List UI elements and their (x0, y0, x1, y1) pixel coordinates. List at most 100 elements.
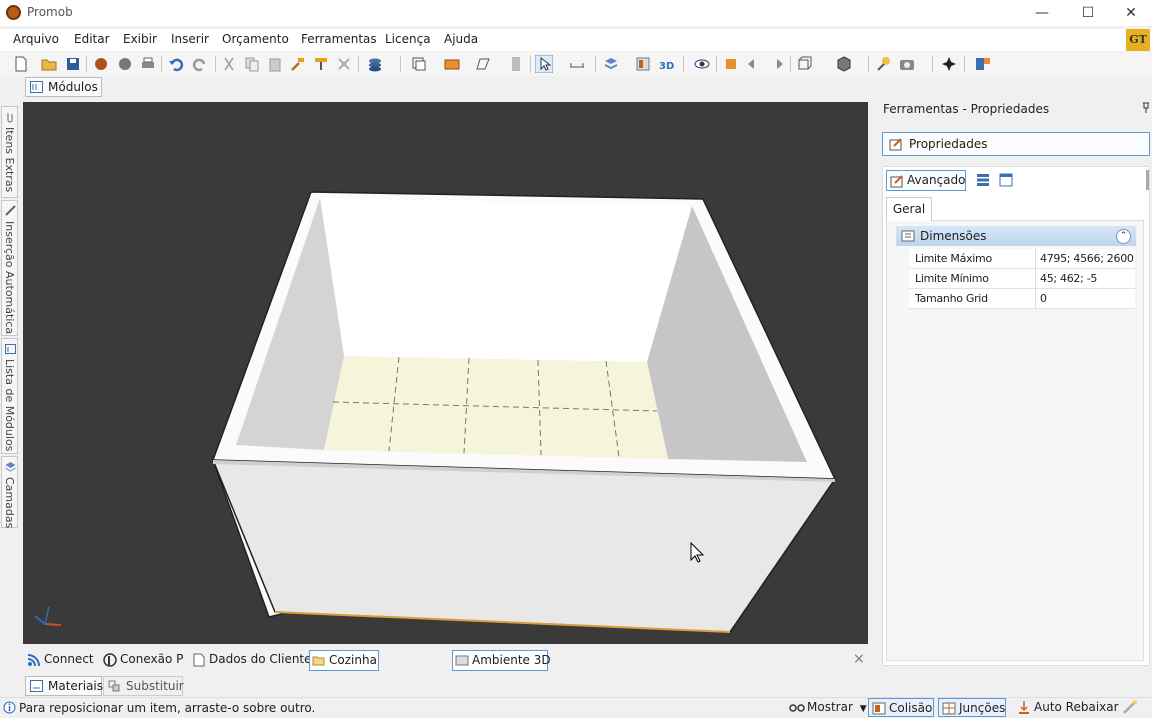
cut-icon[interactable] (220, 55, 238, 73)
auto-rebaixar-toggle[interactable]: Auto Rebaixar (1014, 698, 1119, 717)
property-row[interactable]: Limite Mínimo 45; 462; -5 (909, 269, 1135, 289)
close-tab-icon[interactable]: × (853, 651, 865, 667)
budget-icon[interactable] (366, 55, 384, 73)
room-3d-scene[interactable] (23, 102, 868, 644)
property-value[interactable]: 45; 462; -5 (1040, 272, 1097, 285)
paint-roller-icon[interactable] (312, 55, 330, 73)
juncoes-toggle[interactable]: Junções (938, 698, 1006, 717)
tab-connect-label: Connect (44, 652, 94, 666)
view-3d-icon[interactable]: 3D (657, 55, 675, 73)
tab-lista-de-modulos[interactable]: Lista de Módulos (1, 338, 18, 454)
tab-camadas[interactable]: Camadas (1, 456, 18, 528)
tab-geral[interactable]: Geral (886, 197, 932, 221)
shape-icon[interactable] (474, 55, 492, 73)
tab-insercao-automatica-label: Inserção Automática (3, 221, 16, 335)
collapse-icon[interactable]: ⌃ (1116, 229, 1131, 244)
rotate-icon[interactable] (722, 55, 740, 73)
dimensoes-section-header[interactable]: Dimensões (896, 226, 1136, 246)
ambiente-icon (455, 655, 469, 666)
snap-icon[interactable] (940, 55, 958, 73)
cube-wire-icon[interactable] (796, 55, 814, 73)
menu-orcamento[interactable]: Orçamento (222, 32, 289, 46)
delete-icon[interactable] (335, 55, 353, 73)
menu-licenca[interactable]: Licença (385, 32, 431, 46)
menu-ajuda[interactable]: Ajuda (444, 32, 478, 46)
categorized-view-icon[interactable] (976, 173, 990, 187)
3d-viewport[interactable] (23, 102, 868, 644)
redo-icon[interactable] (191, 55, 209, 73)
properties-icon[interactable] (634, 55, 652, 73)
light-icon[interactable] (875, 55, 893, 73)
camera-icon[interactable] (898, 55, 916, 73)
tab-cozinha[interactable]: Cozinha (309, 650, 379, 671)
tab-connect[interactable]: Connect (25, 650, 94, 671)
folder-open-icon (312, 656, 325, 666)
measure-icon[interactable] (568, 55, 586, 73)
glasses-icon (789, 704, 805, 712)
info-icon (3, 701, 16, 714)
select-cursor-icon[interactable] (535, 55, 553, 73)
layers-icon[interactable] (602, 55, 620, 73)
tab-itens-extras[interactable]: Itens Extras (1, 106, 18, 198)
paste-icon[interactable] (266, 55, 284, 73)
properties-header[interactable]: Propriedades (882, 132, 1150, 156)
save-icon[interactable] (64, 55, 82, 73)
close-button[interactable]: ✕ (1108, 0, 1152, 26)
tab-dados-label: Dados do Cliente (209, 652, 312, 666)
tab-ambiente-3d[interactable]: Ambiente 3D (452, 650, 551, 671)
menu-ferramentas[interactable]: Ferramentas (301, 32, 377, 46)
open-folder-icon[interactable] (40, 55, 58, 73)
move-left-icon[interactable] (745, 55, 763, 73)
hammer-icon[interactable] (289, 55, 307, 73)
modulos-tab[interactable]: Módulos (25, 77, 102, 97)
menu-editar[interactable]: Editar (74, 32, 110, 46)
collision-icon (872, 702, 886, 715)
pin-icon[interactable] (1141, 102, 1151, 114)
new-file-icon[interactable] (12, 55, 30, 73)
dropdown-arrow-icon: ▼ (859, 704, 867, 714)
mostrar-dropdown[interactable]: Mostrar ▼ (789, 698, 867, 717)
copy-icon[interactable] (243, 55, 261, 73)
door-icon[interactable] (507, 55, 525, 73)
replace-icon (108, 680, 120, 692)
print-icon[interactable] (139, 55, 157, 73)
wand-icon[interactable] (1122, 700, 1138, 715)
advanced-button[interactable]: Avançado (886, 170, 966, 191)
eye-icon[interactable] (693, 55, 711, 73)
render-alt-icon[interactable] (116, 55, 134, 73)
colisao-toggle[interactable]: Colisão (868, 698, 934, 717)
minimize-button[interactable]: — (1019, 0, 1065, 26)
cube-solid-icon[interactable] (835, 55, 853, 73)
svg-text:3D: 3D (659, 61, 674, 72)
tab-insercao-automatica[interactable]: Inserção Automática (1, 200, 18, 336)
render-icon[interactable] (92, 55, 110, 73)
layout-icon[interactable] (974, 55, 992, 73)
property-value[interactable]: 0 (1040, 292, 1047, 305)
menu-arquivo[interactable]: Arquivo (13, 32, 59, 46)
tab-materiais[interactable]: Materiais (25, 676, 104, 696)
table-view-icon[interactable] (999, 173, 1013, 187)
tab-materiais-label: Materiais (48, 679, 104, 693)
property-row[interactable]: Tamanho Grid 0 (909, 289, 1135, 309)
gt-badge[interactable]: GT (1126, 29, 1150, 51)
colisao-label: Colisão (889, 701, 933, 715)
undo-icon[interactable] (167, 55, 185, 73)
property-value[interactable]: 4795; 4566; 2600 (1040, 252, 1134, 265)
tab-substituir[interactable]: Substituir (103, 676, 184, 696)
move-right-icon[interactable] (768, 55, 786, 73)
property-row[interactable]: Limite Máximo 4795; 4566; 2600 (909, 249, 1135, 269)
maximize-button[interactable]: ☐ (1065, 0, 1111, 26)
menu-inserir[interactable]: Inserir (171, 32, 209, 46)
app-logo-icon (6, 5, 21, 20)
wall-icon[interactable] (443, 55, 461, 73)
module-view-icon[interactable] (410, 55, 428, 73)
status-hint: Para reposicionar um item, arraste-o sob… (19, 701, 316, 715)
menu-exibir[interactable]: Exibir (123, 32, 157, 46)
promob-icon (103, 653, 117, 667)
tab-conexao[interactable]: Conexão P (101, 650, 183, 671)
tab-dados-do-cliente[interactable]: Dados do Cliente (190, 650, 312, 671)
panel-scrollbar[interactable] (1146, 170, 1149, 190)
floor (324, 356, 668, 459)
clip-icon (7, 113, 13, 123)
back-wall (320, 198, 692, 362)
